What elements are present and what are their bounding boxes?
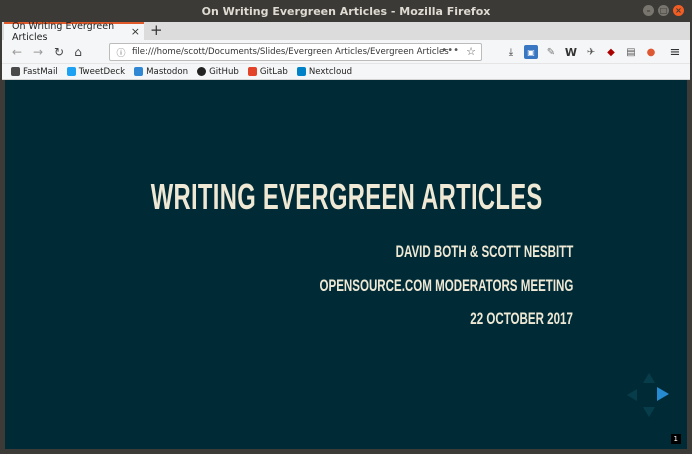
back-button[interactable]: ← [9, 44, 25, 60]
slide-date: 22 OCTOBER 2017 [470, 309, 573, 328]
home-button[interactable]: ⌂ [70, 44, 86, 60]
navigate-left-icon[interactable] [627, 389, 637, 401]
slide-authors: DAVID BOTH & SCOTT NESBITT [395, 242, 573, 261]
reader-icon[interactable]: ▤ [624, 45, 638, 59]
tab-active[interactable]: On Writing Evergreen Articles × [4, 21, 144, 43]
window-controls: – □ × [643, 5, 684, 16]
w-extension-icon[interactable]: W [564, 45, 578, 59]
page-actions-button[interactable]: ••• [441, 45, 459, 56]
bookmark-star-icon[interactable]: ☆ [466, 45, 476, 58]
bookmarks-toolbar: FastMail TweetDeck Mastodon GitHub GitLa… [2, 64, 690, 80]
forward-button[interactable]: → [30, 44, 46, 60]
bookmark-label: Mastodon [146, 66, 189, 77]
slide-title: WRITING EVERGREEN ARTICLES [150, 176, 543, 217]
window-title: On Writing Evergreen Articles - Mozilla … [201, 4, 491, 18]
url-bar[interactable]: ⓘ file:///home/scott/Documents/Slides/Ev… [109, 43, 482, 61]
bookmark-fastmail[interactable]: FastMail [11, 67, 58, 77]
bookmark-label: GitLab [259, 66, 288, 77]
ublock-icon[interactable]: ◆ [604, 45, 618, 59]
tab-close-button[interactable]: × [131, 25, 140, 38]
mastodon-icon [134, 67, 144, 76]
pocket-icon[interactable]: ▣ [524, 45, 538, 59]
url-text[interactable]: file:///home/scott/Documents/Slides/Ever… [132, 47, 450, 57]
slide-event: OPENSOURCE.COM MODERATORS MEETING [319, 276, 573, 295]
bookmark-label: GitHub [209, 66, 239, 77]
bookmark-label: Nextcloud [308, 66, 353, 77]
slide-page-number: 1 [670, 434, 681, 444]
bird-extension-icon[interactable]: ✈ [584, 45, 598, 59]
duckduckgo-icon[interactable]: ● [644, 45, 658, 59]
close-window-button[interactable]: × [673, 5, 684, 16]
github-icon [197, 67, 207, 76]
maximize-button[interactable]: □ [658, 5, 669, 16]
new-tab-button[interactable]: + [150, 21, 163, 39]
nextcloud-icon [296, 67, 306, 76]
tab-bar: On Writing Evergreen Articles × + [0, 21, 692, 43]
tweetdeck-icon [66, 67, 76, 76]
bookmark-label: FastMail [23, 66, 58, 77]
tools-icon[interactable]: ✎ [544, 45, 558, 59]
reload-button[interactable]: ↻ [51, 44, 67, 60]
bookmark-github[interactable]: GitHub [197, 67, 239, 77]
slide-navigation-controls [623, 373, 673, 417]
site-info-icon[interactable]: ⓘ [113, 46, 129, 59]
slide-viewport[interactable]: WRITING EVERGREEN ARTICLES DAVID BOTH & … [5, 80, 687, 449]
navigate-up-icon[interactable] [643, 373, 655, 383]
navigation-toolbar: ← → ↻ ⌂ ⓘ file:///home/scott/Documents/S… [2, 40, 690, 64]
navigate-right-icon[interactable] [657, 387, 669, 401]
minimize-button[interactable]: – [643, 5, 654, 16]
bookmark-gitlab[interactable]: GitLab [247, 66, 288, 77]
window-titlebar: On Writing Evergreen Articles - Mozilla … [0, 0, 692, 22]
bookmark-mastodon[interactable]: Mastodon [134, 67, 188, 77]
gitlab-icon [247, 67, 257, 76]
fastmail-icon [11, 67, 20, 76]
menu-icon[interactable]: ≡ [668, 45, 682, 60]
bookmark-nextcloud[interactable]: Nextcloud [296, 66, 353, 77]
navigate-down-icon[interactable] [643, 407, 655, 417]
bookmark-tweetdeck[interactable]: TweetDeck [66, 66, 126, 77]
library-icon[interactable]: ⤓ [504, 45, 518, 59]
bookmark-label: TweetDeck [78, 66, 126, 77]
